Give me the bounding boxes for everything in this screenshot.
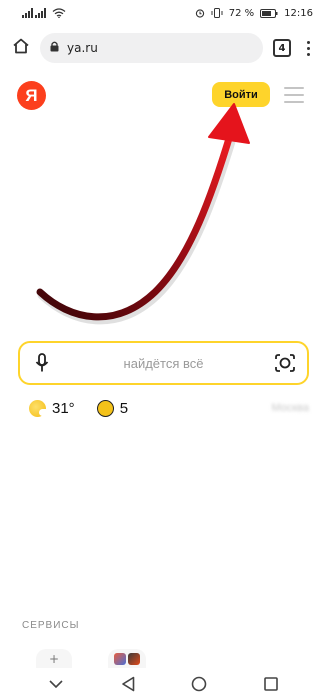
lock-icon bbox=[50, 41, 59, 55]
alarm-icon bbox=[195, 8, 205, 18]
back-triangle-icon[interactable] bbox=[113, 671, 143, 697]
home-icon[interactable] bbox=[12, 37, 30, 60]
wifi-icon bbox=[52, 8, 66, 18]
home-circle-icon[interactable] bbox=[184, 671, 214, 697]
weather-informer[interactable]: 31° bbox=[29, 399, 75, 417]
login-button[interactable]: Войти bbox=[212, 82, 270, 107]
sun-cloud-icon bbox=[29, 399, 49, 417]
status-bar: 72 % 12:16 bbox=[0, 0, 327, 26]
url-text: ya.ru bbox=[67, 41, 98, 55]
hamburger-menu-icon[interactable] bbox=[284, 87, 304, 103]
informers-row: 31° 5 Москва bbox=[29, 396, 309, 420]
plus-icon: + bbox=[48, 652, 60, 666]
camera-search-icon[interactable] bbox=[273, 351, 297, 375]
microphone-icon[interactable] bbox=[30, 351, 54, 375]
address-bar[interactable]: ya.ru bbox=[40, 33, 263, 63]
add-service-button[interactable]: + bbox=[36, 649, 72, 669]
battery-percent: 72 % bbox=[228, 7, 255, 19]
kebab-menu-icon[interactable] bbox=[301, 40, 315, 56]
traffic-informer[interactable]: 5 bbox=[96, 399, 129, 417]
search-box[interactable] bbox=[18, 341, 309, 385]
browser-toolbar: ya.ru 4 bbox=[0, 26, 327, 70]
status-icons-left bbox=[22, 8, 66, 18]
service-tile[interactable] bbox=[108, 649, 146, 669]
yandex-logo[interactable]: Я bbox=[17, 81, 46, 110]
blurred-location: Москва bbox=[271, 402, 309, 414]
android-nav-bar bbox=[0, 668, 327, 700]
signal-icon bbox=[22, 8, 46, 18]
services-title: СЕРВИСЫ bbox=[22, 620, 80, 631]
tab-switcher-button[interactable]: 4 bbox=[273, 39, 291, 57]
status-icons-right: 72 % 12:16 bbox=[195, 8, 313, 19]
search-input[interactable] bbox=[54, 343, 273, 383]
app-icon bbox=[128, 653, 140, 665]
temperature: 31° bbox=[52, 399, 75, 417]
traffic-icon bbox=[96, 399, 114, 417]
vibrate-icon bbox=[211, 8, 223, 18]
app-icon bbox=[114, 653, 126, 665]
traffic-score: 5 bbox=[119, 399, 129, 417]
chevron-down-icon[interactable] bbox=[41, 671, 71, 697]
battery-icon bbox=[260, 8, 278, 18]
recents-square-icon[interactable] bbox=[256, 671, 286, 697]
clock: 12:16 bbox=[284, 7, 313, 19]
